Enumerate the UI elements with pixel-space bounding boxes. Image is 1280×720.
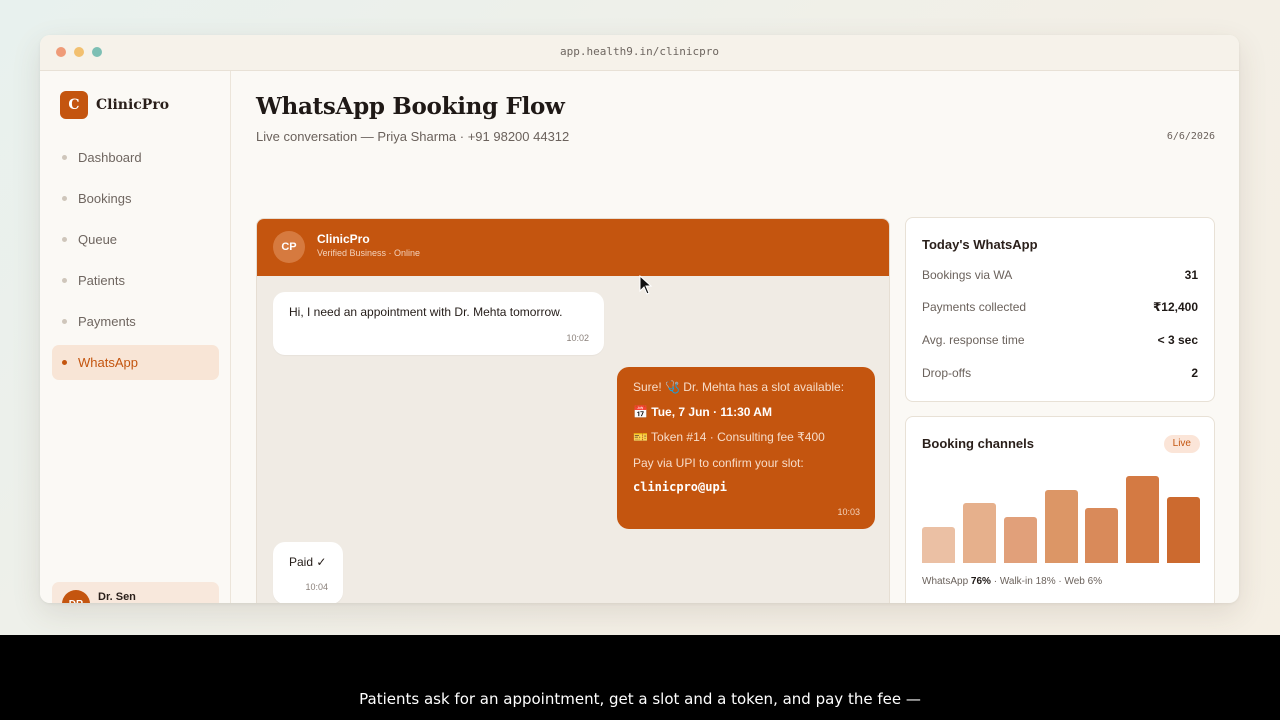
date-label: 6/6/2026 xyxy=(1166,131,1215,142)
bullet-icon xyxy=(62,278,67,283)
chart-bar xyxy=(1045,490,1078,563)
chart-bar xyxy=(1167,497,1200,563)
chart-bar xyxy=(1004,517,1037,563)
stat-value: ₹12,400 xyxy=(1152,300,1198,314)
bullet-icon xyxy=(62,360,67,365)
sidebar: C ClinicPro Dashboard Bookings Queue Pat… xyxy=(40,71,231,603)
desktop-stage: app.health9.in/clinicpro C ClinicPro Das… xyxy=(0,0,1280,635)
bullet-icon xyxy=(62,237,67,242)
brand-name: ClinicPro xyxy=(96,97,170,113)
stat-label: Bookings via WA xyxy=(922,268,1013,282)
channels-bar-chart xyxy=(922,467,1200,563)
page-subtitle: Live conversation — Priya Sharma · +91 9… xyxy=(256,129,570,144)
page-title: WhatsApp Booking Flow xyxy=(256,93,565,120)
chat-message-incoming: Hi, I need an appointment with Dr. Mehta… xyxy=(273,292,604,355)
bullet-icon xyxy=(62,196,67,201)
stat-value: < 3 sec xyxy=(1157,333,1198,347)
channels-card-title: Booking channels xyxy=(922,436,1034,451)
chat-avatar: CP xyxy=(273,231,305,263)
user-name: Dr. Sen xyxy=(98,591,136,603)
message-time: 10:02 xyxy=(566,333,589,343)
chat-message-outgoing: Sure! 🩺 Dr. Mehta has a slot available: … xyxy=(617,367,875,529)
stat-row: Payments collected ₹12,400 xyxy=(922,300,1198,318)
sidebar-item-dashboard[interactable]: Dashboard xyxy=(52,140,219,175)
legend-other-channels: · Walk-in 18% · Web 6% xyxy=(993,576,1103,587)
bullet-icon xyxy=(62,319,67,324)
caption-bar: Patients ask for an appointment, get a s… xyxy=(0,635,1280,720)
sidebar-item-label: Queue xyxy=(78,232,118,247)
browser-titlebar: app.health9.in/clinicpro xyxy=(40,35,1239,71)
stat-row: Drop-offs 2 xyxy=(922,366,1198,384)
legend-whatsapp-value: 76% xyxy=(970,576,991,587)
sidebar-item-label: Payments xyxy=(78,314,136,329)
main-content: WhatsApp Booking Flow Live conversation … xyxy=(231,71,1239,603)
sidebar-item-payments[interactable]: Payments xyxy=(52,304,219,339)
booking-channels-card: Booking channels Live WhatsApp 76% · Wal… xyxy=(905,416,1215,603)
brand-logo-icon: C xyxy=(60,91,88,119)
message-line-token: 🎫 Token #14 · Consulting fee ₹400 xyxy=(633,430,825,444)
message-time: 10:04 xyxy=(305,582,328,592)
live-badge: Live xyxy=(1163,435,1200,453)
sidebar-item-label: Dashboard xyxy=(78,150,142,165)
browser-window: app.health9.in/clinicpro C ClinicPro Das… xyxy=(40,35,1239,603)
brand[interactable]: C ClinicPro xyxy=(60,91,169,119)
stat-row: Bookings via WA 31 xyxy=(922,268,1198,286)
message-line: Pay via UPI to confirm your slot: xyxy=(633,456,804,470)
stat-value: 2 xyxy=(1191,366,1198,380)
stats-card-title: Today's WhatsApp xyxy=(922,237,1038,252)
message-line: Sure! 🩺 Dr. Mehta has a slot available: xyxy=(633,380,845,394)
message-text: Paid ✓ xyxy=(289,555,327,569)
chart-bar xyxy=(963,503,996,563)
mouse-cursor-icon xyxy=(639,275,653,295)
message-time: 10:03 xyxy=(837,507,860,517)
message-line-slot: 📅 Tue, 7 Jun · 11:30 AM xyxy=(633,405,772,419)
chart-bar xyxy=(922,527,955,563)
stat-label: Payments collected xyxy=(922,300,1027,314)
sidebar-item-label: Bookings xyxy=(78,191,132,206)
chart-bar xyxy=(1126,476,1159,563)
stat-row: Avg. response time < 3 sec xyxy=(922,333,1198,351)
sidebar-item-bookings[interactable]: Bookings xyxy=(52,181,219,216)
avatar: DR xyxy=(62,590,90,603)
channels-legend: WhatsApp 76% · Walk-in 18% · Web 6% xyxy=(922,576,1102,587)
user-profile[interactable]: DR Dr. Sen Admin xyxy=(52,582,219,603)
bullet-icon xyxy=(62,155,67,160)
legend-whatsapp-label: WhatsApp xyxy=(922,576,969,587)
chart-bar xyxy=(1085,508,1118,563)
chat-contact-name: ClinicPro xyxy=(317,232,370,246)
stats-card: Today's WhatsApp Bookings via WA 31 Paym… xyxy=(905,217,1215,402)
sidebar-nav: Dashboard Bookings Queue Patients Paymen… xyxy=(52,140,219,386)
sidebar-item-label: WhatsApp xyxy=(78,355,138,370)
stat-label: Avg. response time xyxy=(922,333,1025,347)
chat-header: CP ClinicPro Verified Business · Online xyxy=(257,219,889,276)
sidebar-item-whatsapp[interactable]: WhatsApp xyxy=(52,345,219,380)
chat-contact-status: Verified Business · Online xyxy=(317,248,421,258)
sidebar-item-queue[interactable]: Queue xyxy=(52,222,219,257)
stat-label: Drop-offs xyxy=(922,366,972,380)
chat-panel: CP ClinicPro Verified Business · Online … xyxy=(256,218,890,603)
upi-id[interactable]: clinicpro@upi xyxy=(633,480,727,494)
sidebar-item-label: Patients xyxy=(78,273,125,288)
sidebar-item-patients[interactable]: Patients xyxy=(52,263,219,298)
address-bar[interactable]: app.health9.in/clinicpro xyxy=(40,45,1239,58)
message-text: Hi, I need an appointment with Dr. Mehta… xyxy=(289,305,563,319)
caption-text: Patients ask for an appointment, get a s… xyxy=(359,690,921,708)
stat-value: 31 xyxy=(1184,268,1198,282)
chat-message-incoming: Paid ✓ 10:04 xyxy=(273,542,343,603)
